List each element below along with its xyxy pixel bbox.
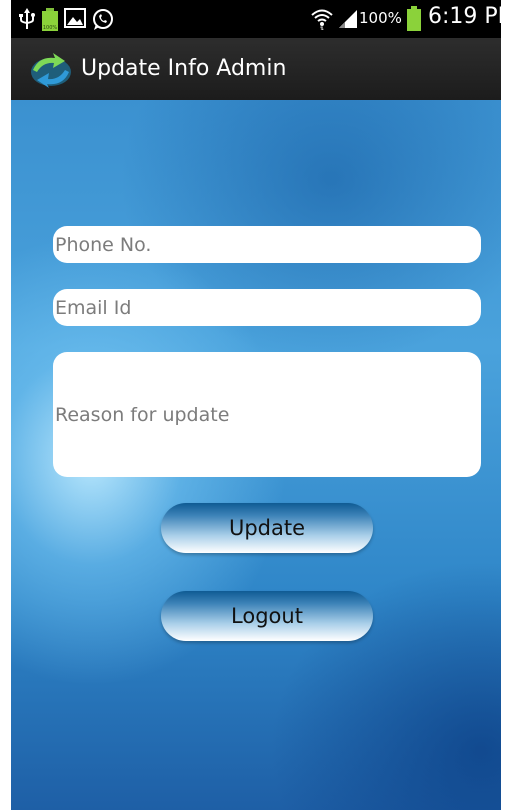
phone-placeholder: Phone No.: [55, 233, 152, 256]
battery-percent: 100%: [359, 9, 402, 27]
update-button[interactable]: Update: [161, 503, 373, 553]
phone-input[interactable]: Phone No.: [53, 226, 481, 263]
form-screen: Phone No. Email Id Reason for update Upd…: [11, 100, 501, 810]
phone-screen: 100% ⇅ 100% 6:19 P Update Info Admin Pho…: [11, 0, 501, 810]
usb-icon: [17, 8, 37, 34]
reason-input[interactable]: Reason for update: [53, 352, 481, 477]
app-title: Update Info Admin: [81, 56, 287, 81]
email-input[interactable]: Email Id: [53, 289, 481, 326]
gallery-icon: [64, 8, 86, 32]
logout-button-label: Logout: [231, 604, 303, 628]
logout-button[interactable]: Logout: [161, 591, 373, 641]
svg-text:100%: 100%: [43, 25, 58, 31]
email-placeholder: Email Id: [55, 296, 132, 319]
wifi-icon: ⇅: [311, 8, 333, 34]
status-bar: 100% ⇅ 100% 6:19 P: [11, 0, 501, 38]
update-button-label: Update: [228, 516, 306, 540]
action-bar: Update Info Admin: [11, 38, 501, 101]
battery-icon: [406, 6, 422, 36]
battery-app-icon: 100%: [40, 8, 60, 36]
clock: 6:19 PM: [428, 4, 501, 29]
whatsapp-icon: [91, 8, 115, 36]
app-logo-icon[interactable]: [29, 52, 73, 88]
reason-placeholder: Reason for update: [55, 403, 230, 426]
signal-icon: [337, 8, 359, 34]
svg-text:⇅: ⇅: [320, 26, 324, 30]
